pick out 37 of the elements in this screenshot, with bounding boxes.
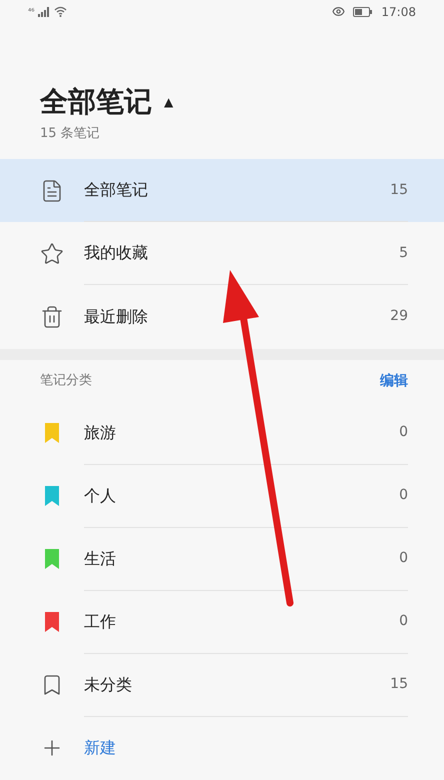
battery-icon: [353, 6, 374, 17]
star-icon: [40, 242, 64, 266]
category-label: 旅游: [84, 422, 116, 444]
item-count: 0: [399, 549, 408, 568]
wifi-icon: [54, 6, 68, 18]
category-label: 个人: [84, 484, 116, 507]
note-count: 15 条笔记: [39, 124, 101, 143]
item-count: 15: [390, 675, 408, 694]
new-category-button[interactable]: 新建: [0, 716, 444, 780]
category-item[interactable]: 生活 0: [0, 528, 444, 591]
edit-link[interactable]: 编辑: [380, 370, 408, 392]
category-item[interactable]: 个人 0: [0, 464, 444, 528]
signal-icon: [38, 6, 50, 17]
category-item[interactable]: 工作 0: [0, 590, 444, 654]
item-count: 0: [399, 423, 408, 442]
menu-item[interactable]: 全部笔记 15: [0, 159, 444, 222]
section-title: 笔记分类: [40, 372, 92, 390]
category-label: 未分类: [84, 674, 132, 696]
trash-icon: [40, 304, 64, 329]
menu-item[interactable]: 最近删除 29: [0, 285, 444, 348]
menu-label: 我的收藏: [84, 242, 148, 264]
menu-label: 全部笔记: [84, 179, 148, 202]
item-count: 29: [390, 307, 408, 326]
item-count: 0: [399, 612, 408, 632]
item-count: 5: [399, 244, 408, 263]
category-label: 工作: [84, 610, 116, 633]
eye-icon: [332, 5, 346, 18]
category-label: 生活: [84, 548, 116, 570]
item-count: 15: [390, 180, 408, 200]
clock: 17:08: [381, 4, 416, 21]
category-item[interactable]: 旅游 0: [0, 402, 444, 465]
page-title: 全部笔记: [40, 88, 152, 116]
item-count: 0: [399, 486, 408, 506]
collapse-toggle[interactable]: ▲: [164, 92, 174, 111]
menu-label: 最近删除: [84, 306, 148, 328]
category-item[interactable]: 未分类 15: [0, 654, 444, 717]
network-label: ⁴⁶: [28, 6, 34, 18]
